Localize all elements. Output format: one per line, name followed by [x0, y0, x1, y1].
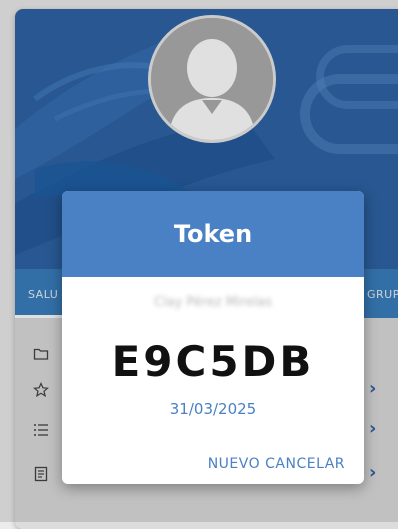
new-button[interactable]: NUEVO — [208, 456, 260, 472]
cancel-button[interactable]: CANCELAR — [265, 456, 345, 472]
token-dialog: Token Clay Pérez Mirelas E9C5DB 31/03/20… — [62, 191, 364, 484]
dialog-actions: NUEVO CANCELAR — [208, 456, 345, 472]
dialog-title: Token — [62, 191, 364, 277]
token-date: 31/03/2025 — [169, 400, 257, 418]
token-code: E9C5DB — [111, 337, 315, 386]
user-name: Clay Pérez Mirelas — [153, 295, 273, 310]
